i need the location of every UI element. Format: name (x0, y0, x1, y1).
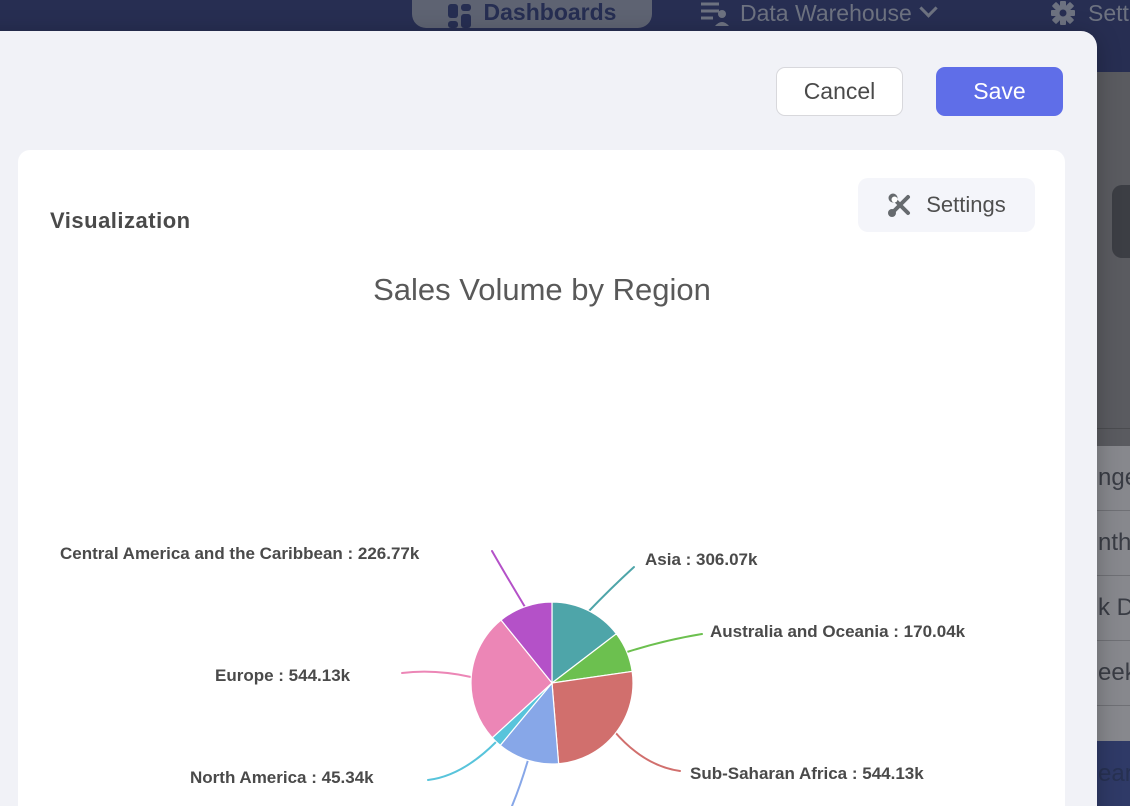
save-button-label: Save (973, 78, 1025, 105)
gear-icon (1048, 0, 1078, 30)
nav-tab-dashboards[interactable]: Dashboards (412, 0, 652, 28)
list-item: nth (1097, 511, 1130, 576)
cancel-button[interactable]: Cancel (776, 67, 903, 116)
nav-tab-data-warehouse[interactable]: Data Warehouse (698, 0, 935, 30)
visualization-settings-button[interactable]: Settings (858, 178, 1035, 232)
visualization-panel: Visualization Settings (18, 150, 1065, 806)
backdrop-list: nge nth k D eek (1097, 446, 1130, 741)
cancel-button-label: Cancel (804, 78, 876, 105)
nav-data-warehouse-label: Data Warehouse (740, 0, 912, 26)
list-item: eek (1097, 641, 1130, 706)
edit-visualization-modal: Cancel Save Visualization Settings (0, 31, 1097, 806)
chevron-down-icon (919, 0, 937, 18)
tools-icon (887, 192, 914, 219)
panel-title: Visualization (50, 208, 191, 234)
list-item: nge (1097, 446, 1130, 511)
list-item: k D (1097, 576, 1130, 641)
nav-settings-label: Settings (1088, 0, 1130, 26)
dashboards-icon (448, 4, 472, 28)
backdrop-button-partial (1112, 185, 1130, 258)
nav-tab-settings[interactable]: Settings (1048, 0, 1130, 30)
save-button[interactable]: Save (936, 67, 1063, 116)
settings-button-label: Settings (926, 192, 1006, 218)
nav-dashboards-label: Dashboards (484, 0, 617, 25)
divider (1097, 428, 1130, 429)
database-user-icon (698, 0, 730, 30)
backdrop-content-sliver: nge nth k D eek ear (1097, 72, 1130, 806)
screen: Dashboards Data Warehouse (0, 0, 1130, 806)
list-item-selected: ear (1097, 741, 1130, 806)
